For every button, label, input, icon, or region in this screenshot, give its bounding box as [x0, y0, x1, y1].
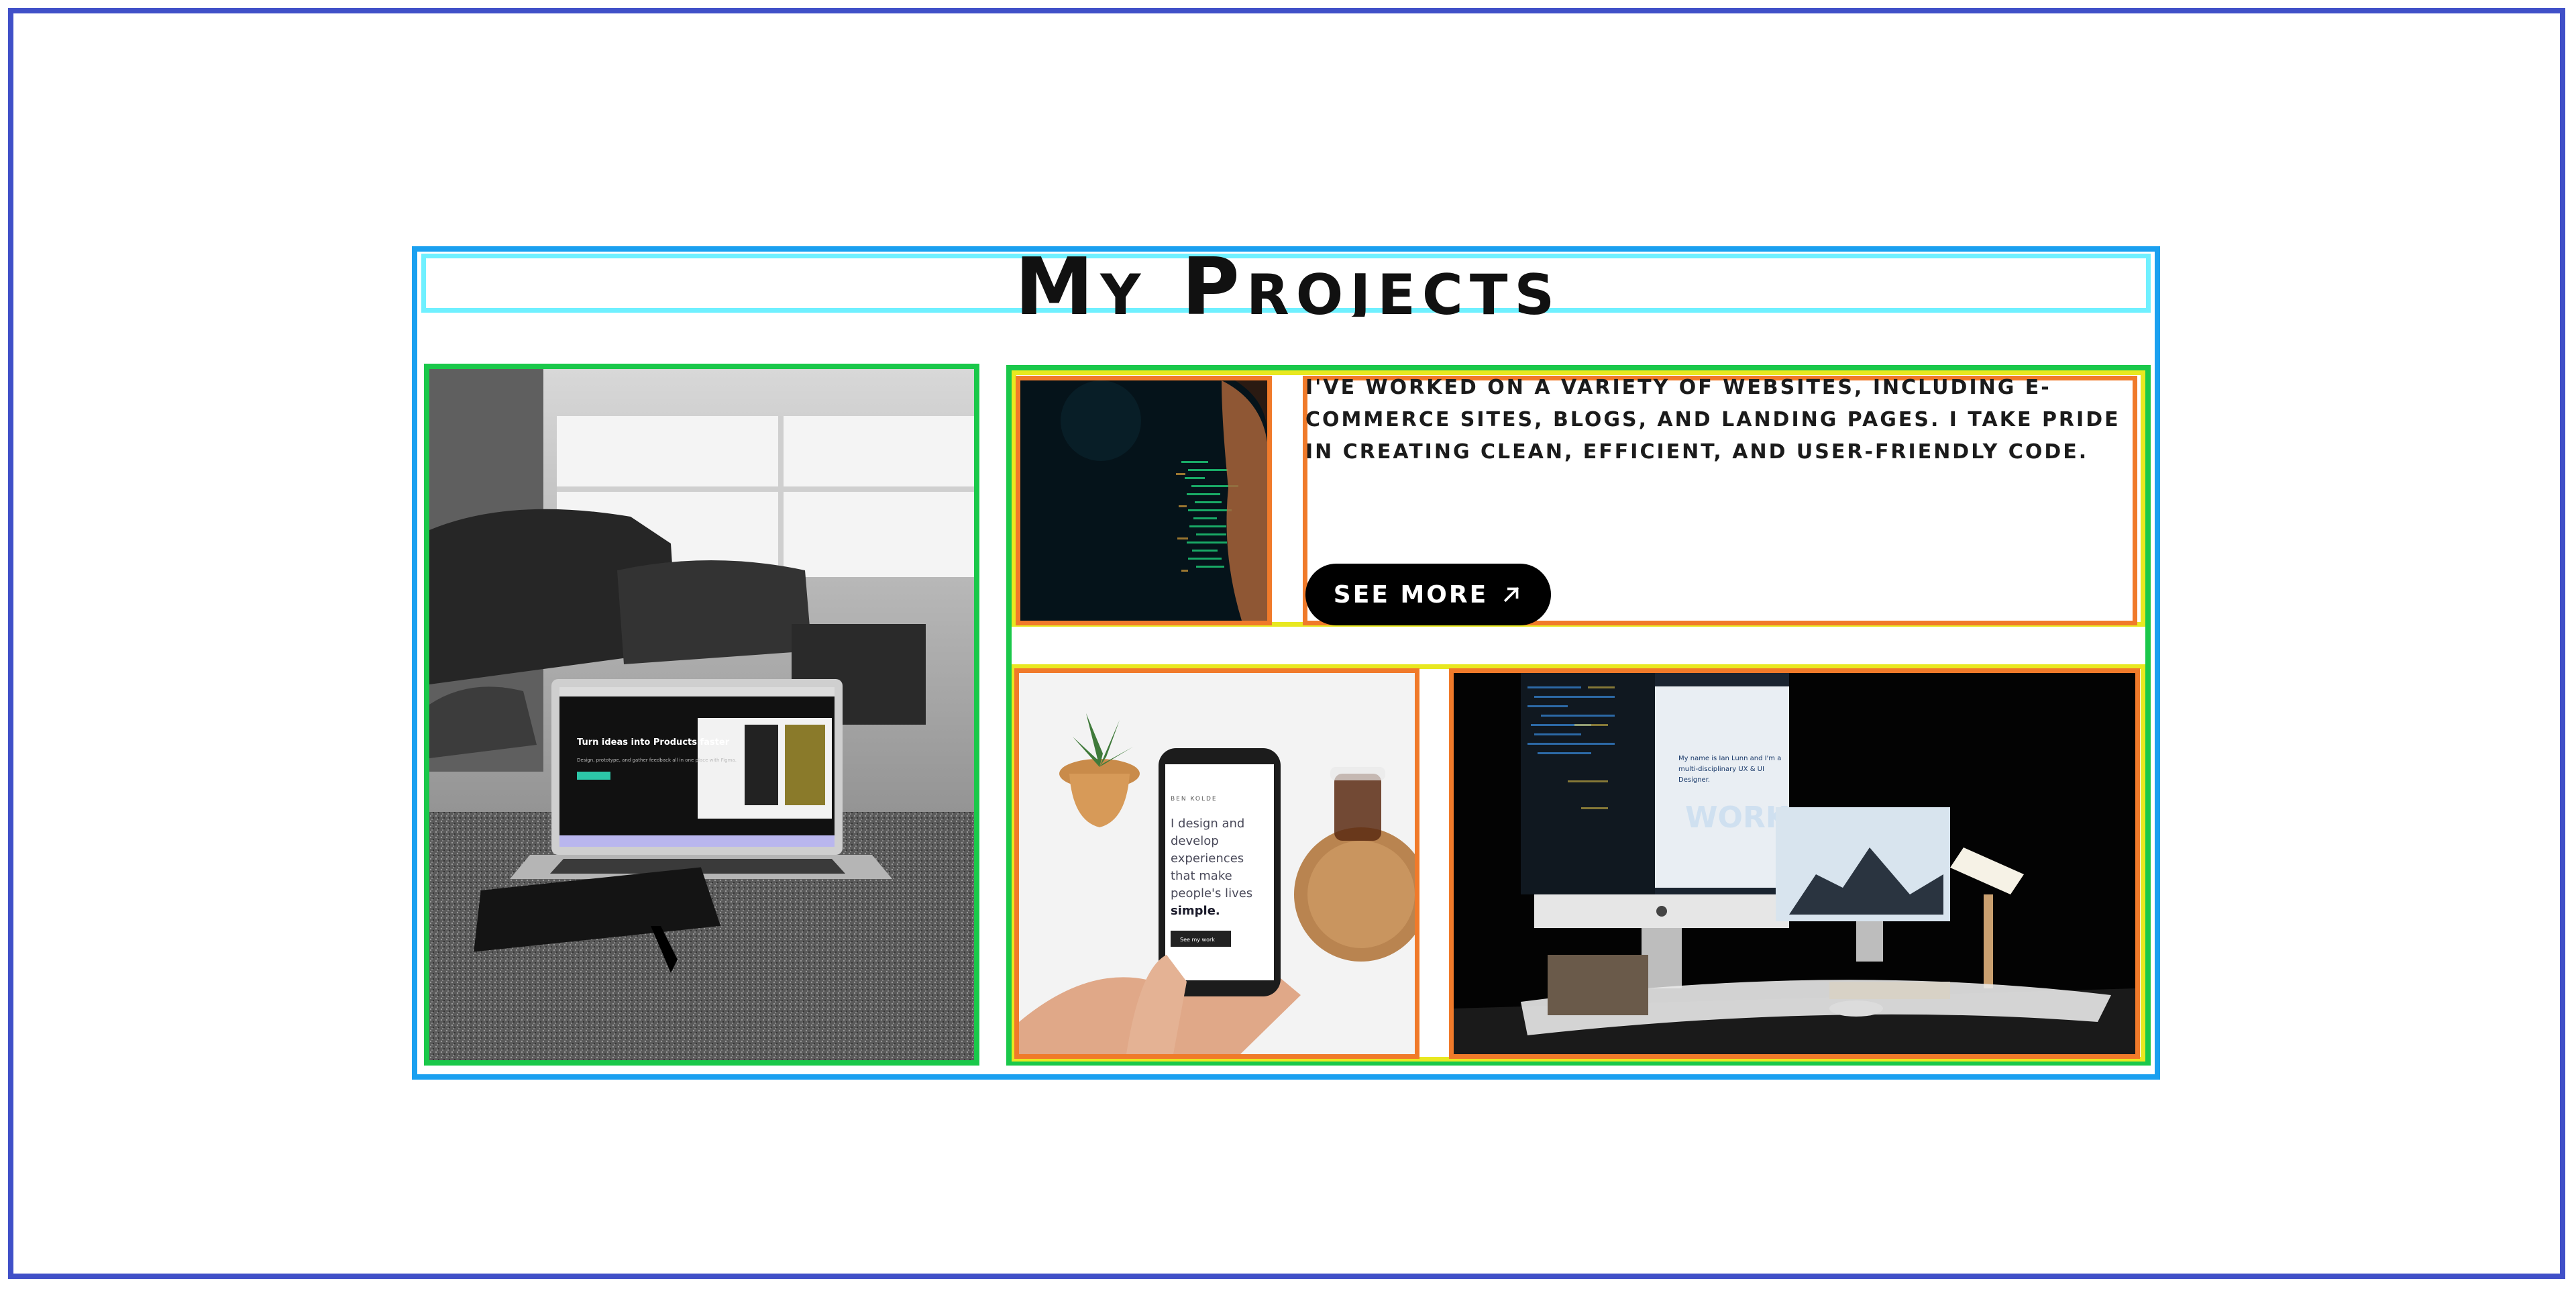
phone-in-hand-image: BEN KOLDE I design and develop experienc…	[1019, 673, 1415, 1054]
desk-screen-line-3: Designer.	[1678, 776, 1710, 784]
laptop-scene-image: Turn ideas into Products faster Design, …	[429, 369, 974, 1060]
phone-text-line-2: develop	[1171, 834, 1219, 848]
code-monitor-photo[interactable]	[1020, 380, 1267, 621]
desk-photo[interactable]: My name is Ian Lunn and I'm a multi-disc…	[1454, 673, 2135, 1054]
see-more-label: SEE MORE	[1333, 580, 1489, 609]
desk-screen-line-1: My name is Ian Lunn and I'm a	[1678, 755, 1781, 762]
phone-photo[interactable]: BEN KOLDE I design and develop experienc…	[1019, 673, 1415, 1054]
phone-text-line-1: I design and	[1171, 817, 1244, 831]
imac-desk-image: My name is Ian Lunn and I'm a multi-disc…	[1454, 673, 2135, 1054]
phone-button-text: See my work	[1180, 937, 1215, 943]
phone-text-line-5: people's lives	[1171, 886, 1252, 900]
page-title: My Projects	[1014, 240, 1562, 317]
desk-screen-big: WORK	[1685, 801, 1790, 835]
see-more-button[interactable]: SEE MORE	[1305, 564, 1551, 625]
projects-description: I've worked on a variety of websites, in…	[1305, 376, 2121, 464]
phone-text-line-4: that make	[1171, 869, 1232, 883]
arrow-up-right-icon	[1504, 586, 1519, 603]
code-monitor-image	[1020, 380, 1267, 621]
laptop-screen-subtext: Design, prototype, and gather feedback a…	[577, 758, 737, 763]
phone-text-line-6: simple.	[1171, 904, 1220, 918]
phone-text-line-3: experiences	[1171, 851, 1244, 866]
desk-screen-line-2: multi-disciplinary UX & UI	[1678, 766, 1764, 773]
laptop-photo[interactable]: Turn ideas into Products faster Design, …	[429, 369, 974, 1060]
phone-app-name: BEN KOLDE	[1171, 796, 1218, 803]
laptop-screen-heading: Turn ideas into Products faster	[577, 737, 730, 747]
